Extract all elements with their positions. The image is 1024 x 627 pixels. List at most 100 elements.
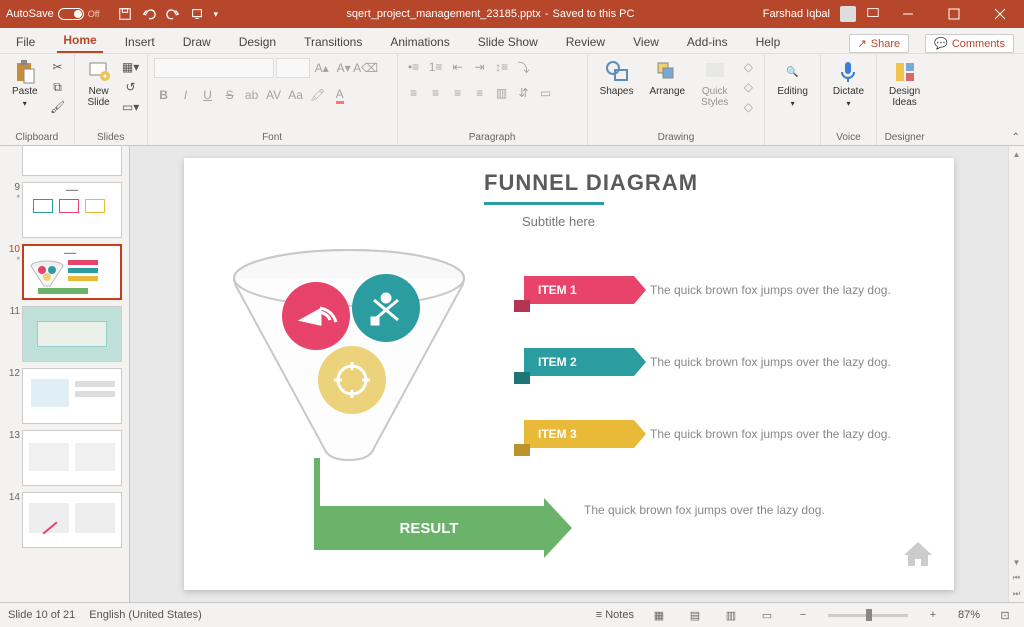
copy-icon[interactable]: ⧉	[48, 78, 68, 96]
font-size[interactable]	[276, 58, 310, 78]
text-direction-icon[interactable]: ⤵	[514, 58, 534, 76]
paste-button[interactable]: Paste ▾	[6, 58, 44, 110]
zoom-out-icon[interactable]: −	[792, 606, 814, 624]
notes-button[interactable]: ≡ Notes	[596, 609, 634, 621]
clear-format-icon[interactable]: A⌫	[356, 59, 376, 77]
design-ideas-button[interactable]: Design Ideas	[883, 58, 926, 110]
tab-view[interactable]: View	[627, 31, 665, 53]
new-slide-button[interactable]: ✦ New Slide	[81, 58, 117, 110]
language[interactable]: English (United States)	[89, 609, 202, 621]
shrink-font-icon[interactable]: A▾	[334, 59, 354, 77]
undo-icon[interactable]	[142, 7, 156, 21]
thumb-9[interactable]: ▬▬▬	[22, 182, 122, 238]
align-text-icon[interactable]: ⇵	[514, 84, 534, 102]
ribbon-display-icon[interactable]	[866, 6, 880, 23]
shadow-icon[interactable]: ab	[242, 86, 262, 104]
case-icon[interactable]: Aa	[286, 86, 306, 104]
font-name[interactable]	[154, 58, 274, 78]
minimize-button[interactable]	[890, 0, 926, 28]
spacing-icon[interactable]: AV	[264, 86, 284, 104]
tab-help[interactable]: Help	[750, 31, 787, 53]
bullets-icon[interactable]: •≡	[404, 58, 424, 76]
thumb-11[interactable]	[22, 306, 122, 362]
justify-icon[interactable]: ≡	[470, 84, 490, 102]
shape-effects-icon[interactable]: ◇	[738, 98, 758, 116]
reset-icon[interactable]: ↺	[121, 78, 141, 96]
slide-editor[interactable]: FUNNEL DIAGRAM Subtitle here ITEM 1 The …	[130, 146, 1008, 602]
comments-button[interactable]: 💬Comments	[925, 34, 1014, 53]
shapes-button[interactable]: Shapes	[594, 58, 640, 99]
tab-home[interactable]: Home	[57, 29, 102, 53]
tab-transitions[interactable]: Transitions	[298, 31, 368, 53]
slide-counter[interactable]: Slide 10 of 21	[8, 609, 75, 621]
slide-title[interactable]: FUNNEL DIAGRAM	[484, 170, 698, 196]
tab-animations[interactable]: Animations	[384, 31, 455, 53]
grow-font-icon[interactable]: A▴	[312, 59, 332, 77]
next-slide-icon[interactable]: ⏭	[1009, 586, 1024, 602]
cut-icon[interactable]: ✂	[48, 58, 68, 76]
underline-icon[interactable]: U	[198, 86, 218, 104]
start-icon[interactable]	[190, 7, 204, 21]
strike-icon[interactable]: S	[220, 86, 240, 104]
zoom-slider[interactable]	[828, 614, 908, 617]
tab-draw[interactable]: Draw	[177, 31, 217, 53]
item-row-2[interactable]: ITEM 2 The quick brown fox jumps over th…	[524, 348, 950, 376]
reading-view-icon[interactable]: ▥	[720, 606, 742, 624]
zoom-in-icon[interactable]: +	[922, 606, 944, 624]
thumb-13[interactable]	[22, 430, 122, 486]
sorter-view-icon[interactable]: ▤	[684, 606, 706, 624]
shape-fill-icon[interactable]: ◇	[738, 58, 758, 76]
italic-icon[interactable]: I	[176, 86, 196, 104]
slide-canvas[interactable]: FUNNEL DIAGRAM Subtitle here ITEM 1 The …	[184, 158, 954, 590]
arrange-button[interactable]: Arrange	[644, 58, 692, 99]
share-button[interactable]: ↗Share	[849, 34, 910, 53]
save-icon[interactable]	[118, 7, 132, 21]
thumb-10[interactable]: ▬▬▬	[22, 244, 122, 300]
dictate-button[interactable]: Dictate▾	[827, 58, 870, 110]
tab-addins[interactable]: Add-ins	[681, 31, 734, 53]
slide-subtitle[interactable]: Subtitle here	[522, 214, 595, 229]
slideshow-view-icon[interactable]: ▭	[756, 606, 778, 624]
collapse-ribbon-icon[interactable]: ⌃	[1012, 132, 1020, 143]
scroll-down-icon[interactable]: ▼	[1009, 554, 1024, 570]
line-spacing-icon[interactable]: ↕≡	[492, 58, 512, 76]
close-button[interactable]	[982, 0, 1018, 28]
normal-view-icon[interactable]: ▦	[648, 606, 670, 624]
tab-design[interactable]: Design	[233, 31, 282, 53]
quick-styles-button[interactable]: Quick Styles	[695, 58, 734, 110]
columns-icon[interactable]: ▥	[492, 84, 512, 102]
tab-insert[interactable]: Insert	[119, 31, 161, 53]
redo-icon[interactable]	[166, 7, 180, 21]
thumb-12[interactable]	[22, 368, 122, 424]
thumb-8[interactable]	[22, 146, 122, 176]
thumb-14[interactable]	[22, 492, 122, 548]
align-center-icon[interactable]: ≡	[426, 84, 446, 102]
indent-left-icon[interactable]: ⇤	[448, 58, 468, 76]
font-color-icon[interactable]: A	[330, 86, 350, 104]
format-painter-icon[interactable]: 🖌	[48, 98, 68, 116]
maximize-button[interactable]	[936, 0, 972, 28]
funnel-graphic[interactable]	[224, 248, 474, 478]
autosave-toggle[interactable]: AutoSave Off	[6, 8, 100, 20]
bold-icon[interactable]: B	[154, 86, 174, 104]
align-left-icon[interactable]: ≡	[404, 84, 424, 102]
prev-slide-icon[interactable]: ⏮	[1009, 570, 1024, 586]
item-row-3[interactable]: ITEM 3 The quick brown fox jumps over th…	[524, 420, 950, 448]
fit-view-icon[interactable]: ⊡	[994, 606, 1016, 624]
home-icon[interactable]	[902, 538, 934, 570]
zoom-level[interactable]: 87%	[958, 609, 980, 621]
editing-button[interactable]: 🔍Editing▾	[771, 58, 814, 110]
indent-right-icon[interactable]: ⇥	[470, 58, 490, 76]
scroll-up-icon[interactable]: ▲	[1009, 146, 1024, 162]
layout-icon[interactable]: ▦▾	[121, 58, 141, 76]
result-arrow[interactable]: RESULT	[314, 498, 572, 558]
tab-review[interactable]: Review	[560, 31, 611, 53]
result-text[interactable]: The quick brown fox jumps over the lazy …	[584, 502, 884, 519]
tab-file[interactable]: File	[10, 31, 41, 53]
tab-slideshow[interactable]: Slide Show	[472, 31, 544, 53]
vertical-scrollbar[interactable]: ▲ ▼ ⏮ ⏭	[1008, 146, 1024, 602]
section-icon[interactable]: ▭▾	[121, 98, 141, 116]
shape-outline-icon[interactable]: ◇	[738, 78, 758, 96]
numbering-icon[interactable]: 1≡	[426, 58, 446, 76]
highlight-icon[interactable]: 🖍	[308, 86, 328, 104]
